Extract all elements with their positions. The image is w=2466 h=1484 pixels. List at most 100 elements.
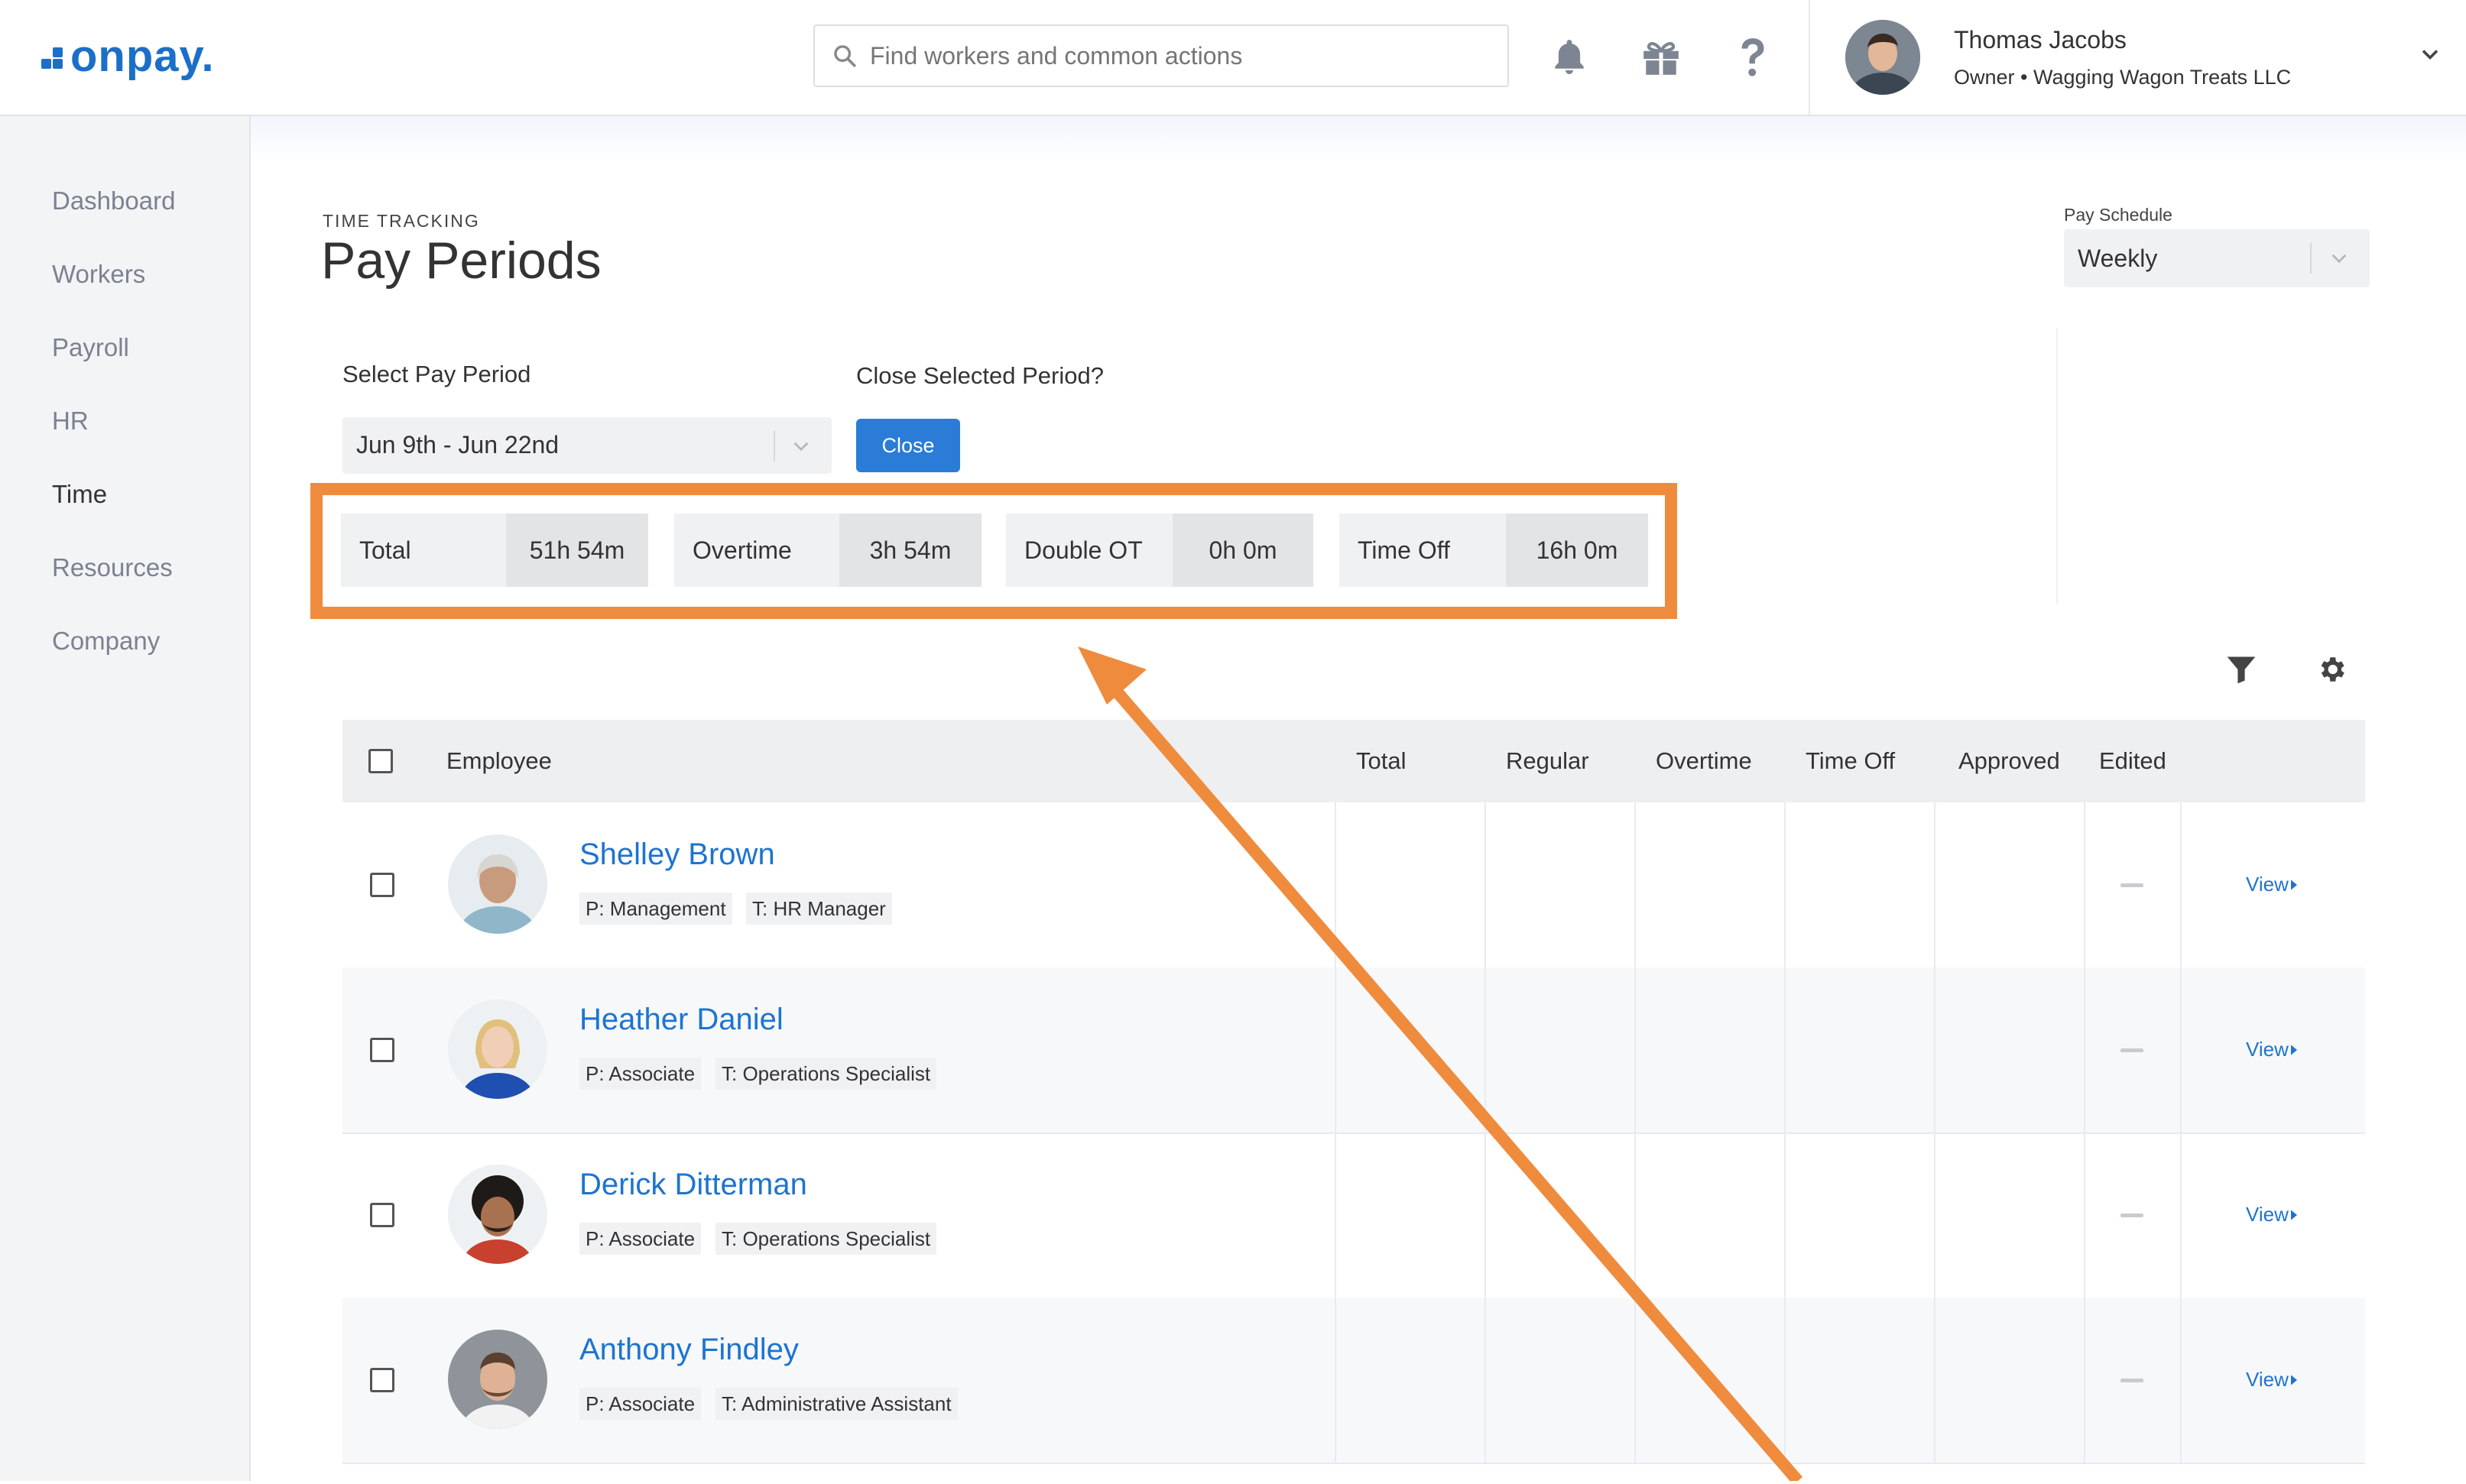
column-divider (2180, 967, 2182, 1132)
column-divider (1484, 802, 1486, 967)
row-checkbox[interactable] (370, 1203, 394, 1227)
title-tag: T: HR Manager (746, 893, 892, 925)
chevron-down-icon[interactable] (2328, 248, 2350, 273)
pay-period-select[interactable]: Jun 9th - Jun 22nd (342, 417, 832, 474)
column-divider (1784, 1132, 1786, 1298)
edited-dash (2120, 1048, 2143, 1052)
sidebar-item-resources[interactable]: Resources (52, 553, 173, 582)
employee-name-link[interactable]: Anthony Findley (579, 1333, 799, 1367)
page-eyebrow: TIME TRACKING (323, 211, 480, 231)
view-label: View (2246, 1203, 2289, 1226)
column-header-regular[interactable]: Regular (1506, 747, 1589, 775)
column-divider (1934, 1298, 1935, 1463)
onpay-logo[interactable]: onpay. (41, 29, 215, 83)
column-divider (2084, 1132, 2085, 1298)
caret-right-icon (2290, 1209, 2297, 1220)
edited-dash (2120, 883, 2143, 887)
column-header-total[interactable]: Total (1356, 747, 1406, 775)
column-divider (2084, 802, 2085, 967)
column-header-employee[interactable]: Employee (446, 747, 552, 775)
top-header: onpay. Thomas Jacobs Owner • Wagging Wag… (0, 0, 2466, 116)
close-period-button[interactable]: Close (856, 419, 960, 472)
table-header: Employee Total Regular Overtime Time Off… (342, 720, 2365, 802)
sidebar-item-hr[interactable]: HR (52, 407, 89, 436)
column-divider (1784, 1298, 1786, 1463)
gift-icon[interactable] (1634, 31, 1688, 84)
filter-icon[interactable] (2218, 646, 2264, 692)
logo-mark (41, 47, 67, 76)
sidebar-item-dashboard[interactable]: Dashboard (52, 186, 175, 215)
row-checkbox[interactable] (370, 1038, 394, 1062)
close-period-label: Close Selected Period? (856, 362, 1104, 389)
column-divider (1784, 967, 1786, 1132)
user-role: Owner • Wagging Wagon Treats LLC (1954, 66, 2292, 89)
view-link[interactable]: View (2246, 1038, 2299, 1061)
chevron-down-icon[interactable] (2419, 43, 2442, 70)
column-divider (1634, 967, 1636, 1132)
column-divider (1335, 967, 1336, 1132)
title-tag: T: Operations Specialist (715, 1058, 937, 1090)
column-divider (1784, 802, 1786, 967)
table-row[interactable]: Heather Daniel P: Associate T: Operation… (342, 967, 2365, 1134)
sidebar-item-company[interactable]: Company (52, 627, 160, 656)
select-divider (774, 431, 775, 462)
view-link[interactable]: View (2246, 1368, 2299, 1392)
column-divider (1335, 802, 1336, 967)
table-row[interactable]: Anthony Findley P: Associate T: Administ… (342, 1298, 2365, 1464)
caret-right-icon (2290, 879, 2297, 890)
user-menu[interactable]: Thomas Jacobs Owner • Wagging Wagon Trea… (1809, 0, 2466, 115)
pay-period-value: Jun 9th - Jun 22nd (356, 431, 560, 458)
view-link[interactable]: View (2246, 873, 2299, 896)
row-checkbox[interactable] (370, 873, 394, 897)
column-header-approved[interactable]: Approved (1958, 747, 2060, 775)
column-divider (1484, 1132, 1486, 1298)
sidebar-item-workers[interactable]: Workers (52, 260, 145, 289)
column-divider (1934, 967, 1935, 1132)
title-tag: T: Administrative Assistant (715, 1388, 958, 1420)
user-avatar (1845, 20, 1920, 95)
column-header-overtime[interactable]: Overtime (1656, 747, 1752, 775)
position-tag: P: Management (579, 893, 732, 925)
column-header-time-off[interactable]: Time Off (1806, 747, 1895, 775)
pay-schedule-label: Pay Schedule (2064, 205, 2172, 225)
select-divider (2310, 243, 2312, 274)
user-name: Thomas Jacobs (1954, 26, 2127, 53)
employee-name-link[interactable]: Derick Ditterman (579, 1168, 807, 1202)
column-divider (2084, 1298, 2085, 1463)
caret-right-icon (2290, 1374, 2297, 1385)
view-label: View (2246, 873, 2289, 896)
sidebar-item-payroll[interactable]: Payroll (52, 333, 129, 362)
divider (2056, 329, 2058, 604)
sidebar-item-time[interactable]: Time (52, 480, 107, 509)
select-all-checkbox[interactable] (368, 749, 393, 773)
column-divider (1634, 802, 1636, 967)
employee-name-link[interactable]: Heather Daniel (579, 1003, 784, 1037)
employee-avatar (448, 1165, 547, 1264)
logo-text: onpay. (70, 31, 215, 81)
table-row[interactable]: Derick Ditterman P: Associate T: Operati… (342, 1132, 2365, 1299)
table-row[interactable]: Shelley Brown P: Management T: HR Manage… (342, 802, 2365, 969)
chevron-down-icon[interactable] (790, 436, 812, 461)
select-pay-period-label: Select Pay Period (342, 361, 531, 387)
column-divider (1634, 1298, 1636, 1463)
gear-icon[interactable] (2309, 646, 2354, 692)
help-icon[interactable] (1726, 31, 1780, 84)
employee-name-link[interactable]: Shelley Brown (579, 838, 775, 872)
position-tag: P: Associate (579, 1388, 702, 1420)
row-checkbox[interactable] (370, 1368, 394, 1392)
employee-avatar (448, 1330, 547, 1429)
column-divider (1934, 802, 1935, 967)
employee-avatar (448, 834, 547, 934)
pay-schedule-value: Weekly (2078, 245, 2158, 272)
search-input[interactable] (868, 41, 1483, 71)
bell-icon[interactable] (1543, 31, 1596, 84)
column-divider (2084, 967, 2085, 1132)
column-divider (1335, 1132, 1336, 1298)
column-header-edited[interactable]: Edited (2099, 747, 2166, 775)
employee-avatar (448, 1000, 547, 1099)
sidebar: Dashboard Workers Payroll HR Time Resour… (0, 116, 251, 1481)
search-box[interactable] (813, 24, 1509, 87)
timesheet-table: Employee Total Regular Overtime Time Off… (342, 720, 2365, 1484)
view-link[interactable]: View (2246, 1203, 2299, 1226)
pay-schedule-select[interactable]: Weekly (2064, 229, 2370, 287)
